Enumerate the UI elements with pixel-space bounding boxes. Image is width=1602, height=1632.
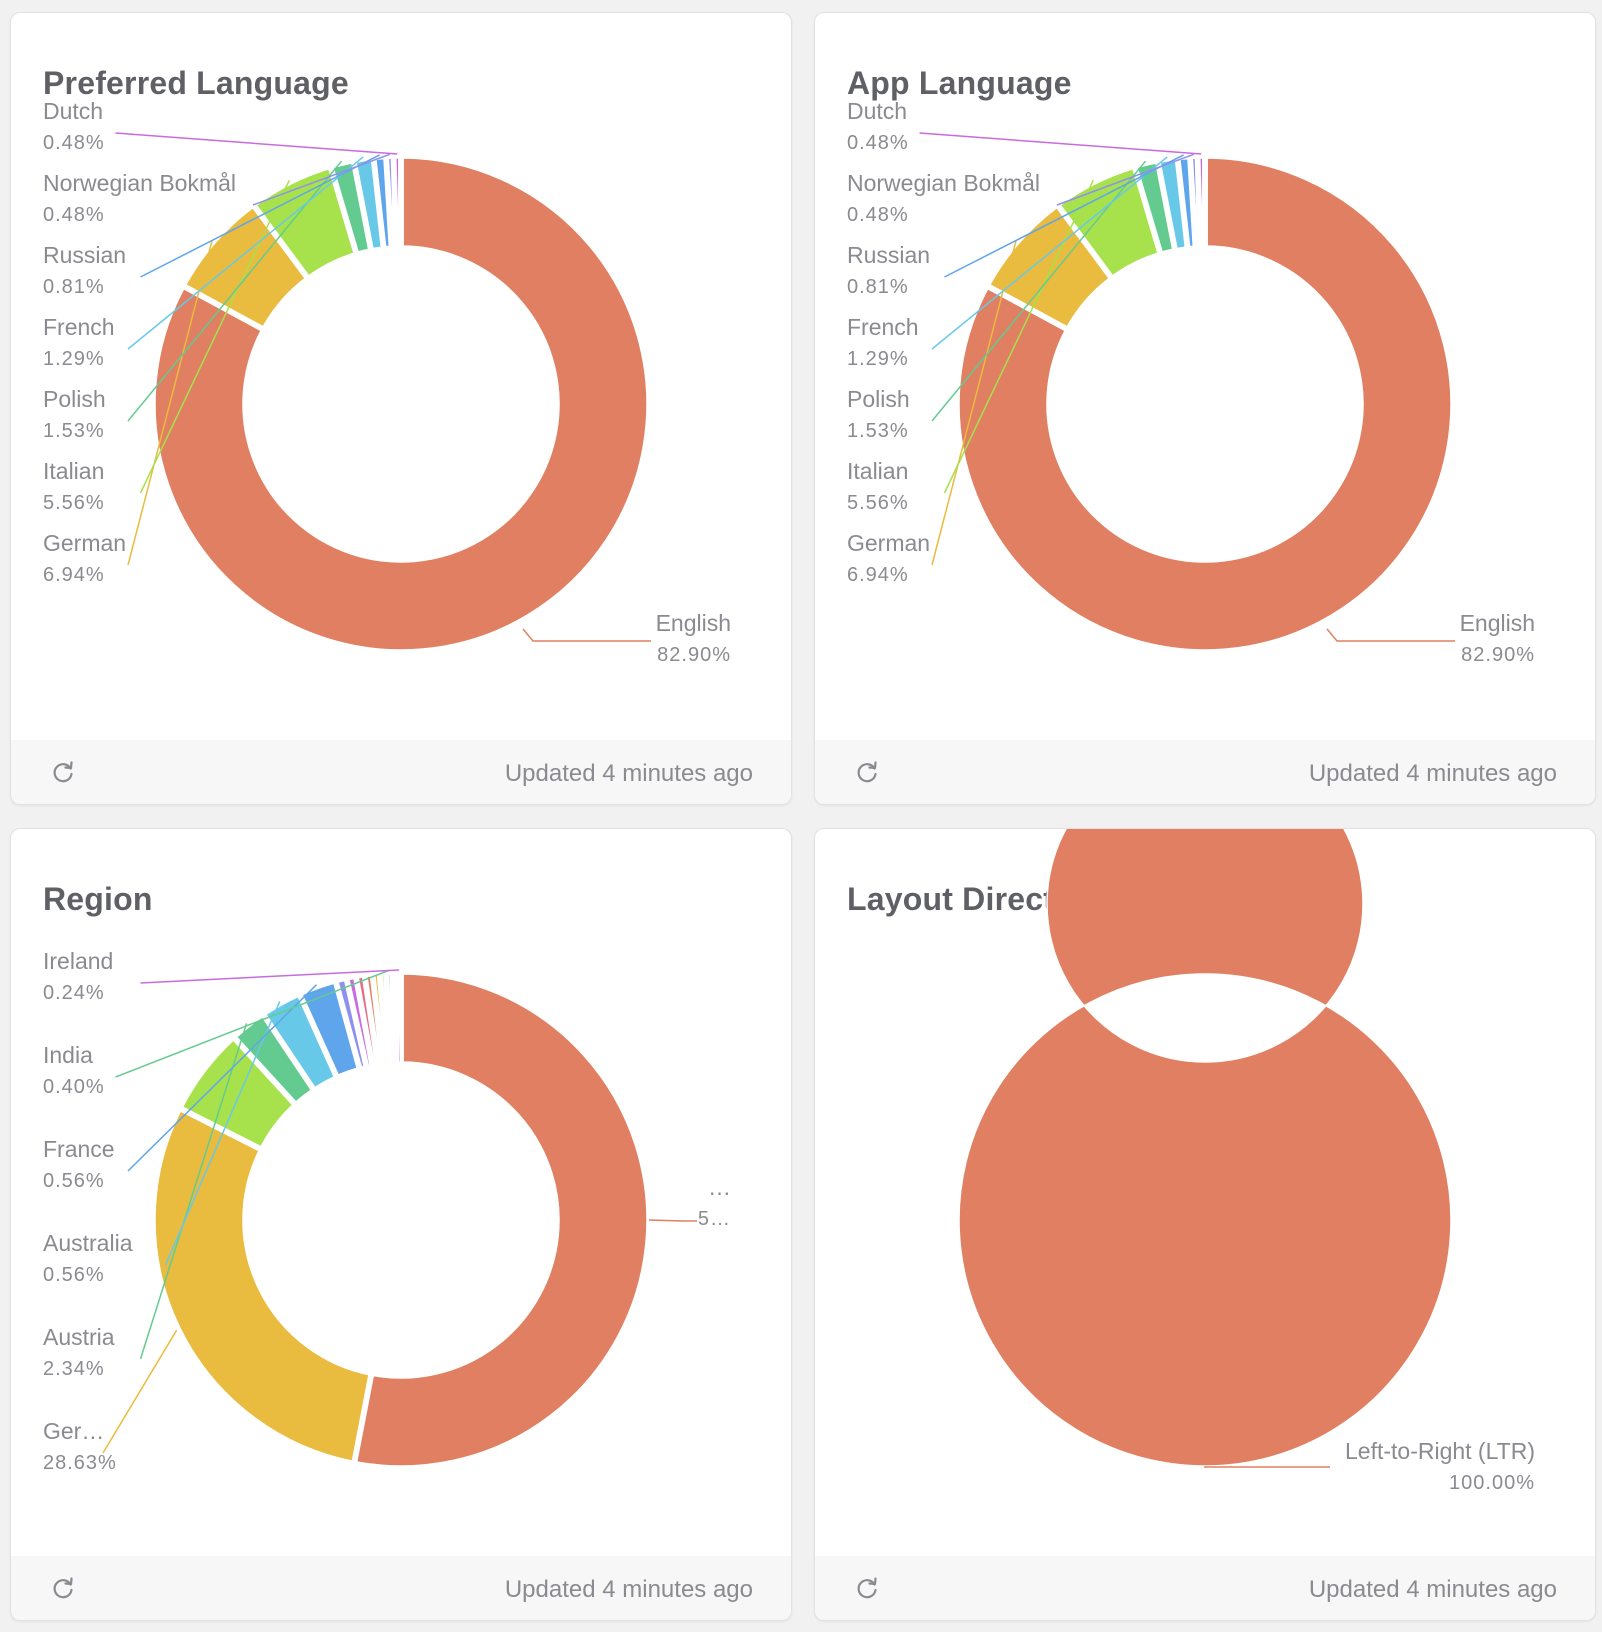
slice-percent: 1.29% bbox=[847, 348, 909, 370]
card-footer: Updated 4 minutes ago bbox=[11, 1556, 791, 1620]
card-footer: Updated 4 minutes ago bbox=[815, 740, 1595, 804]
slice-label: Norwegian Bokmål bbox=[43, 170, 236, 196]
chart-card-app-language: App Language English 82.90% German 6.94% Ita… bbox=[814, 12, 1596, 805]
slice-percent: 6.94% bbox=[43, 564, 105, 586]
donut-slice[interactable] bbox=[154, 1110, 370, 1462]
slice-label: India bbox=[43, 1042, 93, 1068]
donut-chart-preferred-language: English 82.90% German 6.94% Italian 5.56% Poli… bbox=[43, 98, 731, 666]
slice-percent: 0.56% bbox=[43, 1264, 105, 1286]
slice-percent: 1.53% bbox=[43, 420, 105, 442]
refresh-icon[interactable] bbox=[49, 758, 77, 786]
slice-percent: 0.24% bbox=[43, 982, 105, 1004]
slice-label: Russian bbox=[847, 242, 930, 268]
slice-label: French bbox=[847, 314, 919, 340]
slice-percent: 2.34% bbox=[43, 1358, 105, 1380]
leader-line bbox=[522, 628, 651, 642]
slice-label: … bbox=[708, 1174, 731, 1200]
slice-percent: 0.48% bbox=[847, 204, 909, 226]
slice-label: Russian bbox=[43, 242, 126, 268]
slice-label: English bbox=[656, 610, 731, 636]
card-footer: Updated 4 minutes ago bbox=[815, 1556, 1595, 1620]
donut-chart-layout-direction: Left-to-Right (LTR) 100.00% bbox=[958, 829, 1535, 1494]
slice-label: Ireland bbox=[43, 948, 113, 974]
leader-line bbox=[648, 1219, 697, 1222]
donut-chart-region: … 5… Ger… 28.63% Austria 2.34% Australia 0.56% F… bbox=[43, 948, 731, 1474]
donut-slice[interactable] bbox=[1199, 157, 1204, 247]
leader-line bbox=[919, 132, 1202, 155]
slice-percent: 6.94% bbox=[847, 564, 909, 586]
donut-slice[interactable] bbox=[393, 973, 399, 1063]
slice-label: German bbox=[847, 530, 930, 556]
slice-label: Ger… bbox=[43, 1418, 104, 1444]
slice-percent: 82.90% bbox=[657, 644, 731, 666]
leader-line bbox=[1326, 628, 1455, 642]
slice-percent: 0.48% bbox=[43, 204, 105, 226]
slice-percent: 0.81% bbox=[43, 276, 105, 298]
slice-label: Polish bbox=[847, 386, 910, 412]
refresh-icon[interactable] bbox=[853, 1574, 881, 1602]
updated-timestamp: Updated 4 minutes ago bbox=[504, 760, 753, 787]
slice-label: Australia bbox=[43, 1230, 133, 1256]
slice-label: Left-to-Right (LTR) bbox=[1345, 1438, 1535, 1464]
slice-percent: 0.40% bbox=[43, 1076, 105, 1098]
refresh-icon[interactable] bbox=[853, 758, 881, 786]
slice-percent: 0.56% bbox=[43, 1170, 105, 1192]
slice-label: German bbox=[43, 530, 126, 556]
slice-percent: 28.63% bbox=[43, 1452, 117, 1474]
slice-percent: 100.00% bbox=[1449, 1472, 1535, 1494]
slice-label: Italian bbox=[43, 458, 104, 484]
slice-label: Austria bbox=[43, 1324, 115, 1350]
slice-label: Dutch bbox=[43, 98, 103, 124]
updated-timestamp: Updated 4 minutes ago bbox=[504, 1576, 753, 1603]
slice-percent: 0.81% bbox=[847, 276, 909, 298]
leader-line bbox=[1204, 1466, 1330, 1468]
slice-label: Italian bbox=[847, 458, 908, 484]
donut-slice[interactable] bbox=[398, 973, 402, 1063]
slice-percent: 0.48% bbox=[847, 132, 909, 154]
donut-slice[interactable] bbox=[958, 829, 1452, 1467]
leader-line bbox=[115, 132, 398, 155]
updated-timestamp: Updated 4 minutes ago bbox=[1308, 1576, 1557, 1603]
slice-label: English bbox=[1460, 610, 1535, 636]
donut-slice[interactable] bbox=[395, 157, 400, 247]
slice-percent: 1.53% bbox=[847, 420, 909, 442]
donut-chart-app-language: English 82.90% German 6.94% Italian 5.56% Poli… bbox=[847, 98, 1535, 666]
slice-percent: 82.90% bbox=[1461, 644, 1535, 666]
slice-label: Dutch bbox=[847, 98, 907, 124]
slice-label: Polish bbox=[43, 386, 106, 412]
slice-label: French bbox=[43, 314, 115, 340]
slice-percent: 5… bbox=[698, 1208, 731, 1230]
refresh-icon[interactable] bbox=[49, 1574, 77, 1602]
card-footer: Updated 4 minutes ago bbox=[11, 740, 791, 804]
slice-percent: 5.56% bbox=[43, 492, 105, 514]
chart-card-region: Region … 5… Ger… 28.63% Austria 2.34% Australi… bbox=[10, 828, 792, 1621]
slice-percent: 0.48% bbox=[43, 132, 105, 154]
updated-timestamp: Updated 4 minutes ago bbox=[1308, 760, 1557, 787]
slice-percent: 5.56% bbox=[847, 492, 909, 514]
slice-label: France bbox=[43, 1136, 115, 1162]
chart-card-layout-direction: Layout Direction Left-to-Right (LTR) 100.… bbox=[814, 828, 1596, 1621]
chart-card-preferred-language: Preferred Language English 82.90% German 6.… bbox=[10, 12, 792, 805]
slice-label: Norwegian Bokmål bbox=[847, 170, 1040, 196]
slice-percent: 1.29% bbox=[43, 348, 105, 370]
